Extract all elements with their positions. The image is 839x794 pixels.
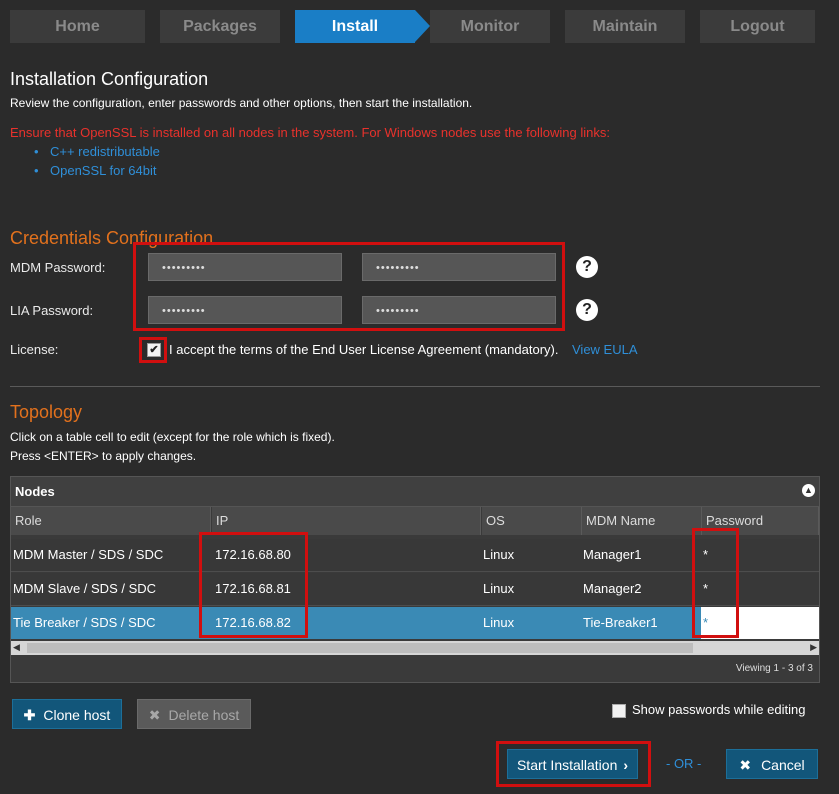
nav-monitor[interactable]: Monitor: [430, 10, 550, 43]
cell-os[interactable]: Linux: [481, 539, 514, 571]
bullet-icon: •: [34, 163, 39, 178]
horizontal-scrollbar[interactable]: ◀ ▶: [11, 641, 819, 655]
cell-role: Tie Breaker / SDS / SDC: [13, 615, 156, 630]
column-header-os[interactable]: OS: [482, 507, 582, 535]
close-icon: ✖: [739, 757, 752, 773]
cell-ip[interactable]: 172.16.68.80: [213, 539, 291, 571]
link-cpp-redistributable[interactable]: C++ redistributable: [50, 144, 160, 159]
nav-separator: [685, 10, 700, 42]
credentials-title: Credentials Configuration: [10, 228, 214, 248]
mdm-password-field[interactable]: •••••••••: [148, 253, 342, 281]
clone-host-button[interactable]: ✚ Clone host: [12, 699, 122, 729]
cell-password[interactable]: *: [701, 539, 708, 571]
nav-home[interactable]: Home: [10, 10, 145, 43]
nav-logout[interactable]: Logout: [700, 10, 815, 43]
cell-role: MDM Slave / SDS / SDC: [13, 581, 157, 596]
nav-maintain-label: Maintain: [592, 18, 658, 35]
lia-password-label: LIA Password:: [10, 303, 94, 318]
nav-separator: [145, 10, 160, 42]
table-caption-bar: Nodes ▲: [11, 477, 819, 507]
section-divider: [10, 386, 820, 387]
plus-icon: ✚: [23, 707, 36, 723]
nav-packages-label: Packages: [183, 18, 257, 35]
topology-instructions-enter: Press <ENTER> to apply changes.: [10, 449, 197, 463]
cell-mdm-name[interactable]: Manager1: [581, 539, 642, 571]
delete-host-label: Delete host: [168, 707, 240, 723]
mdm-password-label: MDM Password:: [10, 260, 106, 275]
collapse-icon[interactable]: ▲: [802, 484, 815, 497]
scrollbar-thumb[interactable]: [27, 643, 693, 653]
column-header-ip[interactable]: IP: [212, 507, 481, 535]
delete-host-button[interactable]: ✖ Delete host: [137, 699, 251, 729]
topology-title: Topology: [10, 402, 83, 422]
nav-monitor-label: Monitor: [460, 18, 520, 35]
top-nav: Home Packages Install Monitor Maintain L…: [10, 10, 815, 43]
cell-role: MDM Master / SDS / SDC: [13, 547, 164, 562]
close-icon: ✖: [148, 707, 161, 723]
nodes-table: Nodes ▲ Role IP OS MDM Name Password MDM…: [10, 476, 820, 683]
nav-install-label: Install: [331, 18, 379, 35]
column-header-role[interactable]: Role: [11, 507, 211, 535]
nav-home-label: Home: [55, 18, 100, 35]
nav-logout-label: Logout: [730, 18, 785, 35]
nav-active-arrow: [415, 10, 430, 42]
help-icon[interactable]: ?: [576, 299, 598, 321]
link-openssl-64bit[interactable]: OpenSSL for 64bit: [50, 163, 156, 178]
license-label: License:: [10, 342, 59, 357]
table-caption: Nodes: [15, 484, 55, 499]
nav-separator: [280, 10, 295, 42]
show-passwords-label: Show passwords while editing: [632, 702, 806, 717]
cell-password[interactable]: *: [701, 573, 708, 605]
column-header-mdm-name[interactable]: MDM Name: [582, 507, 702, 535]
cell-mdm-name[interactable]: Tie-Breaker1: [581, 607, 658, 639]
cell-ip[interactable]: 172.16.68.82: [213, 607, 291, 639]
help-icon[interactable]: ?: [576, 256, 598, 278]
cell-mdm-name[interactable]: Manager2: [581, 573, 642, 605]
table-row[interactable]: MDM Master / SDS / SDC 172.16.68.80 Linu…: [11, 539, 819, 572]
bullet-icon: •: [34, 144, 39, 159]
lia-password-field[interactable]: •••••••••: [148, 296, 342, 324]
mdm-password-confirm-field[interactable]: •••••••••: [362, 253, 556, 281]
page-subtitle: Review the configuration, enter password…: [10, 96, 473, 110]
scroll-right-icon[interactable]: ▶: [810, 642, 817, 653]
start-installation-label: Start Installation: [516, 757, 618, 773]
clone-host-label: Clone host: [43, 707, 111, 723]
topology-instructions: Click on a table cell to edit (except fo…: [10, 430, 335, 444]
license-text: I accept the terms of the End User Licen…: [169, 342, 559, 357]
license-checkbox[interactable]: ✔: [147, 343, 161, 357]
nav-separator: [550, 10, 565, 42]
cancel-button[interactable]: ✖ Cancel: [726, 749, 818, 779]
cell-password-editing[interactable]: *: [701, 607, 819, 639]
column-header-password[interactable]: Password: [702, 507, 819, 535]
nav-maintain[interactable]: Maintain: [565, 10, 685, 43]
or-separator: - OR -: [666, 756, 702, 771]
lia-password-confirm-field[interactable]: •••••••••: [362, 296, 556, 324]
nav-packages[interactable]: Packages: [160, 10, 280, 43]
table-row-selected[interactable]: Tie Breaker / SDS / SDC 172.16.68.82 Lin…: [11, 607, 819, 639]
cell-ip[interactable]: 172.16.68.81: [213, 573, 291, 605]
scroll-left-icon[interactable]: ◀: [13, 642, 20, 653]
page-title: Installation Configuration: [10, 69, 209, 89]
nav-install[interactable]: Install: [295, 10, 415, 43]
openssl-notice: Ensure that OpenSSL is installed on all …: [10, 125, 610, 140]
viewing-count: Viewing 1 - 3 of 3: [735, 663, 813, 674]
table-row[interactable]: MDM Slave / SDS / SDC 172.16.68.81 Linux…: [11, 573, 819, 606]
start-installation-button[interactable]: Start Installation ›: [507, 749, 638, 779]
chevron-right-icon: ›: [623, 757, 629, 773]
view-eula-link[interactable]: View EULA: [572, 342, 638, 357]
cancel-label: Cancel: [761, 757, 805, 773]
show-passwords-checkbox[interactable]: [612, 704, 626, 718]
cell-os[interactable]: Linux: [481, 573, 514, 605]
cell-os[interactable]: Linux: [481, 607, 514, 639]
